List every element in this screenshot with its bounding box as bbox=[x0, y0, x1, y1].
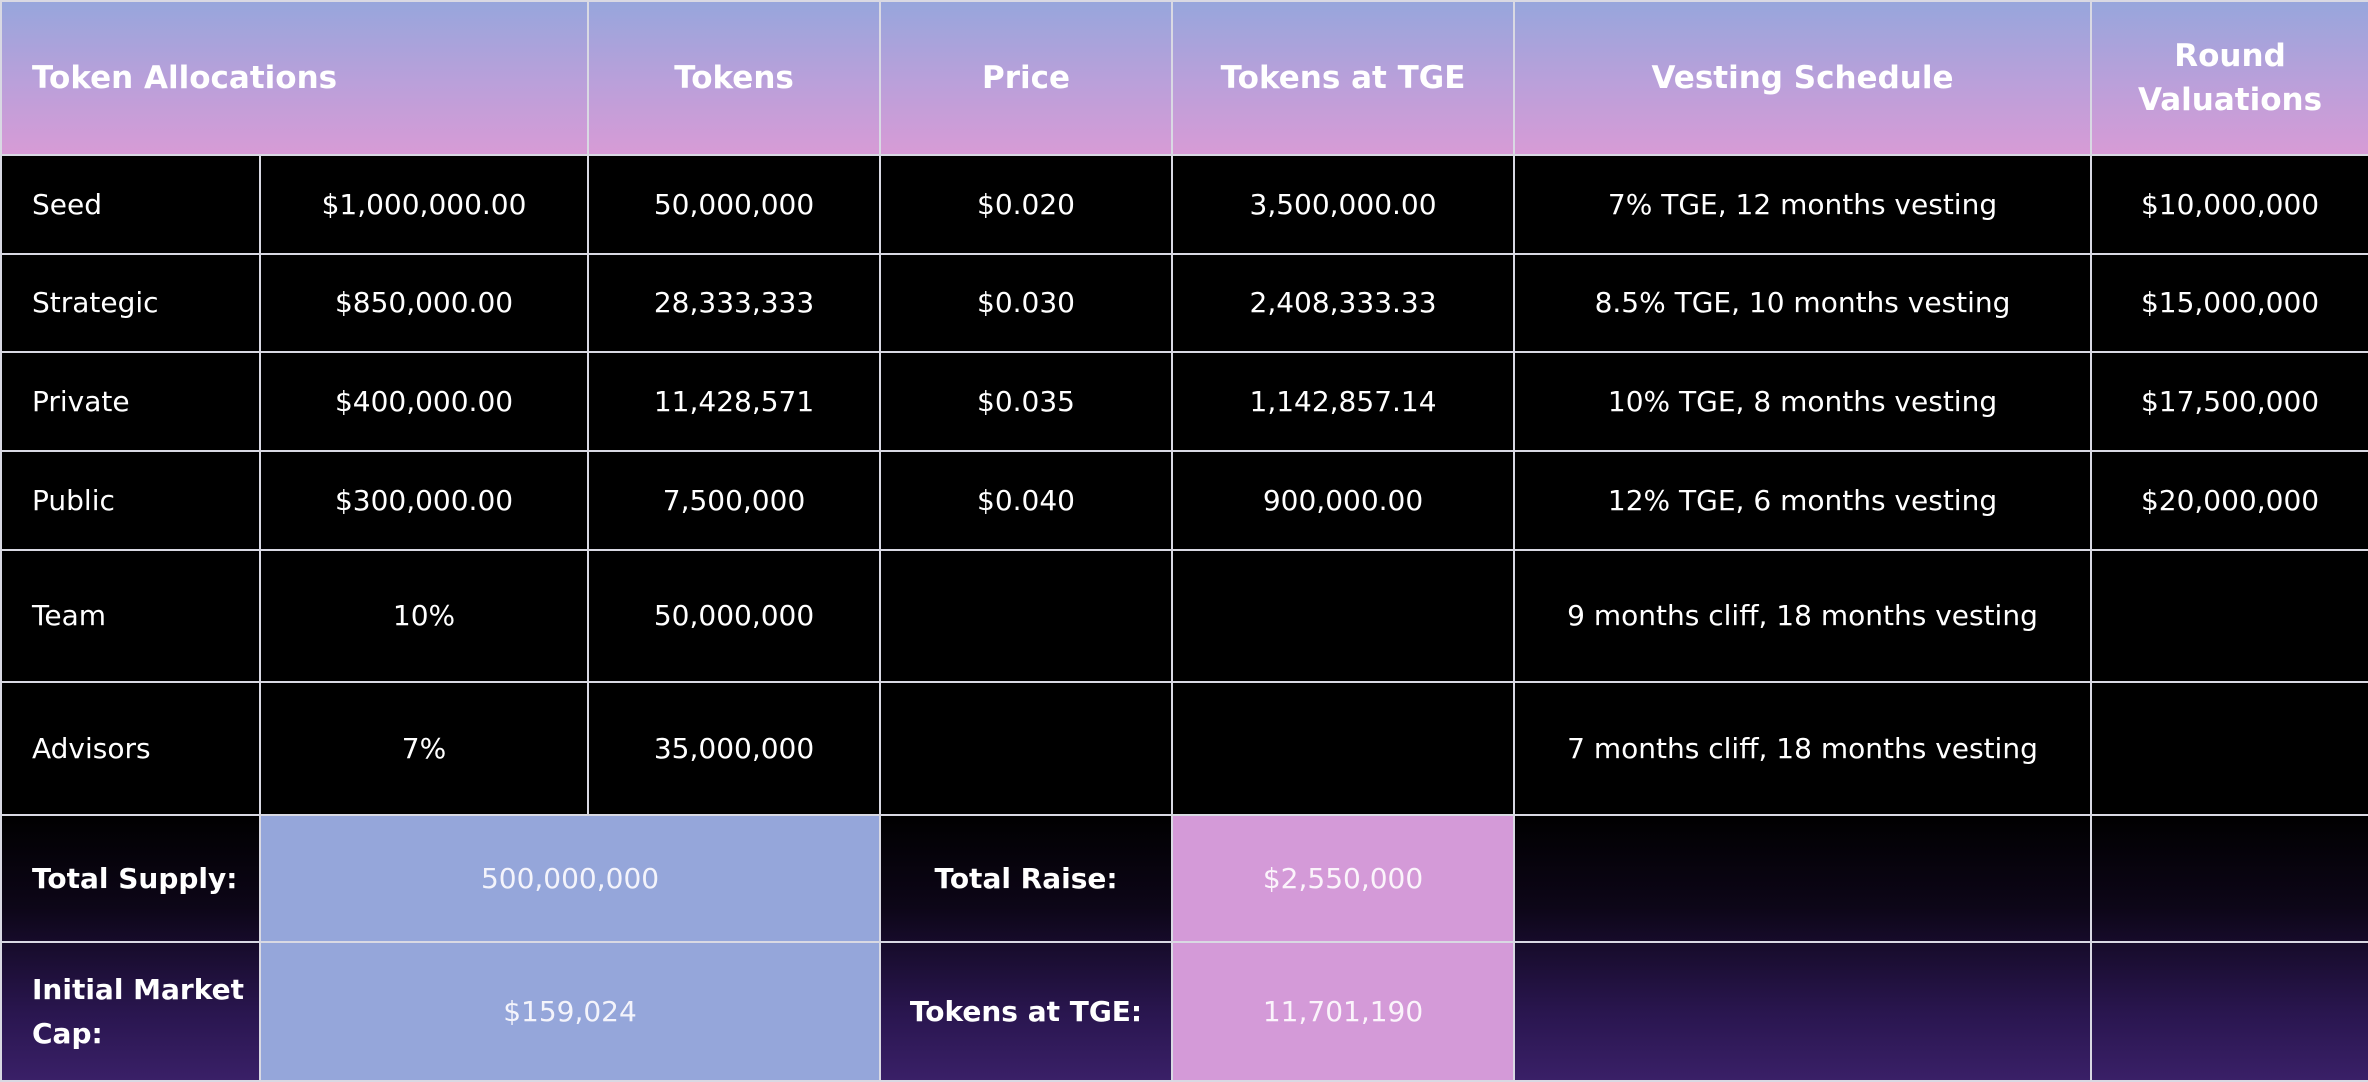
header-round-valuations: Round Valuations bbox=[2090, 0, 2368, 156]
row-price: $0.040 bbox=[879, 449, 1174, 551]
table-row: Private $400,000.00 11,428,571 $0.035 1,… bbox=[0, 351, 2368, 452]
row-price: $0.035 bbox=[879, 351, 1174, 452]
row-tokens: 50,000,000 bbox=[587, 548, 882, 684]
row-tokens: 7,500,000 bbox=[587, 449, 882, 551]
header-price: Price bbox=[879, 0, 1174, 156]
row-price: $0.030 bbox=[879, 252, 1174, 354]
row-tokens: 35,000,000 bbox=[587, 681, 882, 817]
row-tge bbox=[1171, 681, 1516, 817]
row-name: Strategic bbox=[0, 252, 261, 354]
row-vesting: 10% TGE, 8 months vesting bbox=[1513, 351, 2093, 452]
tokens-at-tge-label: Tokens at TGE: bbox=[879, 941, 1174, 1082]
summary-row: Initial Market Cap: $159,024 Tokens at T… bbox=[0, 941, 2368, 1082]
row-tokens: 11,428,571 bbox=[587, 351, 882, 452]
empty-cell bbox=[2090, 814, 2368, 944]
row-price bbox=[879, 681, 1174, 817]
row-name: Seed bbox=[0, 154, 261, 255]
row-tokens: 50,000,000 bbox=[587, 154, 882, 255]
row-amount: 10% bbox=[258, 548, 590, 684]
row-tge: 900,000.00 bbox=[1171, 449, 1516, 551]
row-tge bbox=[1171, 548, 1516, 684]
total-supply-label: Total Supply: bbox=[0, 814, 261, 944]
initial-market-cap-label: Initial Market Cap: bbox=[0, 941, 261, 1082]
tokens-at-tge-value: 11,701,190 bbox=[1171, 941, 1516, 1082]
row-tokens: 28,333,333 bbox=[587, 252, 882, 354]
summary-row: Total Supply: 500,000,000 Total Raise: $… bbox=[0, 814, 2368, 944]
token-allocation-table: Token Allocations Tokens Price Tokens at… bbox=[0, 0, 2368, 1082]
row-vesting: 12% TGE, 6 months vesting bbox=[1513, 449, 2093, 551]
row-valuation bbox=[2090, 548, 2368, 684]
row-name: Private bbox=[0, 351, 261, 452]
row-price: $0.020 bbox=[879, 154, 1174, 255]
row-vesting: 7% TGE, 12 months vesting bbox=[1513, 154, 2093, 255]
row-name: Public bbox=[0, 449, 261, 551]
row-valuation bbox=[2090, 681, 2368, 817]
header-row: Token Allocations Tokens Price Tokens at… bbox=[0, 0, 2368, 156]
row-name: Advisors bbox=[0, 681, 261, 817]
header-tokens: Tokens bbox=[587, 0, 882, 156]
empty-cell bbox=[2090, 941, 2368, 1082]
table-row: Strategic $850,000.00 28,333,333 $0.030 … bbox=[0, 252, 2368, 354]
initial-market-cap-value: $159,024 bbox=[258, 941, 882, 1082]
row-vesting: 7 months cliff, 18 months vesting bbox=[1513, 681, 2093, 817]
header-vesting-schedule: Vesting Schedule bbox=[1513, 0, 2093, 156]
empty-cell bbox=[1513, 814, 2093, 944]
row-amount: $400,000.00 bbox=[258, 351, 590, 452]
row-valuation: $10,000,000 bbox=[2090, 154, 2368, 255]
row-valuation: $20,000,000 bbox=[2090, 449, 2368, 551]
row-tge: 2,408,333.33 bbox=[1171, 252, 1516, 354]
row-valuation: $15,000,000 bbox=[2090, 252, 2368, 354]
header-token-allocations: Token Allocations bbox=[0, 0, 590, 156]
row-amount: $1,000,000.00 bbox=[258, 154, 590, 255]
table-row: Advisors 7% 35,000,000 7 months cliff, 1… bbox=[0, 681, 2368, 817]
row-tge: 1,142,857.14 bbox=[1171, 351, 1516, 452]
row-name: Team bbox=[0, 548, 261, 684]
total-raise-value: $2,550,000 bbox=[1171, 814, 1516, 944]
empty-cell bbox=[1513, 941, 2093, 1082]
table-row: Seed $1,000,000.00 50,000,000 $0.020 3,5… bbox=[0, 154, 2368, 255]
total-raise-label: Total Raise: bbox=[879, 814, 1174, 944]
row-tge: 3,500,000.00 bbox=[1171, 154, 1516, 255]
row-valuation: $17,500,000 bbox=[2090, 351, 2368, 452]
header-tokens-at-tge: Tokens at TGE bbox=[1171, 0, 1516, 156]
row-amount: $300,000.00 bbox=[258, 449, 590, 551]
total-supply-value: 500,000,000 bbox=[258, 814, 882, 944]
table-row: Public $300,000.00 7,500,000 $0.040 900,… bbox=[0, 449, 2368, 551]
row-vesting: 9 months cliff, 18 months vesting bbox=[1513, 548, 2093, 684]
row-amount: 7% bbox=[258, 681, 590, 817]
row-price bbox=[879, 548, 1174, 684]
row-vesting: 8.5% TGE, 10 months vesting bbox=[1513, 252, 2093, 354]
token-allocation-sheet: Token Allocations Tokens Price Tokens at… bbox=[0, 0, 2368, 1082]
row-amount: $850,000.00 bbox=[258, 252, 590, 354]
table-row: Team 10% 50,000,000 9 months cliff, 18 m… bbox=[0, 548, 2368, 684]
